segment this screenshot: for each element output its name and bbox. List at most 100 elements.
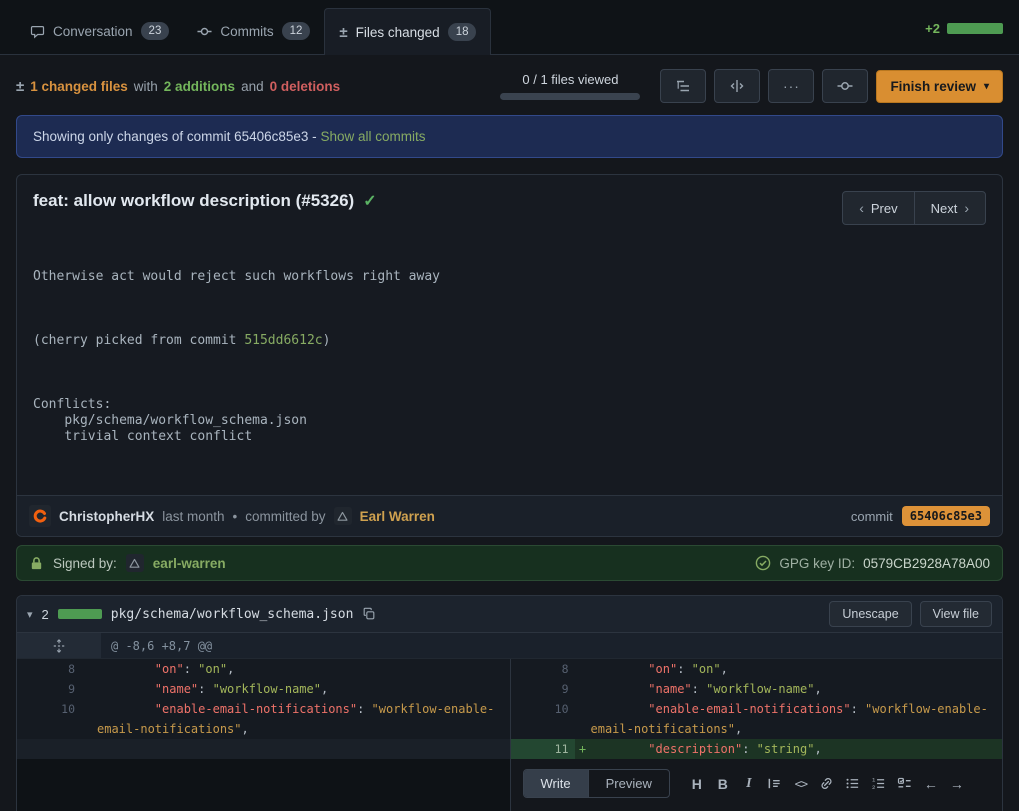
more-options-icon: ··· (783, 78, 800, 94)
chevron-down-icon: ▾ (984, 81, 989, 92)
ordered-list-button[interactable]: 12 (866, 771, 892, 797)
triangle-avatar (128, 557, 141, 570)
tab-conversation-label: Conversation (53, 24, 133, 39)
prev-commit-button[interactable]: ‹ Prev (842, 191, 914, 225)
hunk-header-row: @ -8,6 +8,7 @@ (17, 633, 1002, 659)
diff-cell-left: 8 "on": "on", (17, 659, 510, 679)
mention-button[interactable]: @ (549, 807, 575, 811)
commit-message-cherry-line: (cherry picked from commit 515dd6612c) (33, 333, 986, 349)
avatar[interactable] (29, 505, 51, 527)
view-file-button[interactable]: View file (920, 601, 992, 627)
reference-button[interactable] (575, 807, 601, 811)
code-button[interactable]: <> (788, 771, 814, 797)
tab-files-changed-count: 18 (448, 23, 477, 41)
diff-view-toggle-button[interactable] (714, 69, 760, 103)
file-actions: Unescape View file (829, 601, 992, 627)
italic-button[interactable]: I (736, 771, 762, 797)
finish-review-button[interactable]: Finish review ▾ (876, 70, 1003, 103)
toolbar-right: 0 / 1 files viewed ··· Finish review ▾ (500, 69, 1003, 103)
status-check-icon[interactable]: ✓ (363, 191, 376, 211)
files-viewed-label: 0 / 1 files viewed (522, 72, 618, 87)
diff-line-marker (575, 699, 591, 739)
file-tree-toggle-button[interactable] (660, 69, 706, 103)
bold-button[interactable]: B (710, 771, 736, 797)
diff-cell-left: 10 "enable-email-notifications": "workfl… (17, 699, 510, 739)
commit-message-conflicts: Conflicts: pkg/schema/workflow_schema.js… (33, 397, 986, 445)
svg-text:1: 1 (872, 777, 876, 784)
file-name[interactable]: pkg/schema/workflow_schema.json (111, 607, 354, 622)
quote-button[interactable] (762, 771, 788, 797)
diff-summary: ± 1 changed files with 2 additions and 0… (16, 78, 340, 95)
diff-code-line[interactable]: "name": "workflow-name", (97, 679, 510, 699)
task-list-button[interactable] (892, 771, 918, 797)
tab-preview[interactable]: Preview (588, 770, 669, 797)
expand-hunk-button[interactable] (17, 633, 101, 658)
jump-to-commit-button[interactable] (822, 69, 868, 103)
table-button[interactable] (523, 807, 549, 811)
changed-files-link[interactable]: 1 changed files (30, 79, 128, 94)
diff-code-line[interactable]: "enable-email-notifications": "workflow-… (591, 699, 1003, 739)
tab-commits-label: Commits (220, 24, 273, 39)
avatar[interactable] (126, 554, 144, 572)
diff-summary-additions: 2 additions (164, 79, 235, 94)
tab-commits[interactable]: Commits 12 (183, 8, 324, 54)
diff-line-number[interactable]: 8 (511, 659, 575, 679)
files-viewed: 0 / 1 files viewed (500, 72, 640, 100)
next-commit-button[interactable]: Next › (914, 191, 986, 225)
commit-box: feat: allow workflow description (#5326)… (16, 174, 1003, 537)
link-icon (819, 776, 834, 791)
gpg-key-value: 0579CB2928A78A00 (863, 556, 990, 571)
diff-code-line[interactable]: "description": "string", (591, 739, 1003, 759)
tab-write[interactable]: Write (524, 770, 588, 797)
diff-cell-left: 9 "name": "workflow-name", (17, 679, 510, 699)
tab-conversation[interactable]: Conversation 23 (16, 8, 183, 54)
diff-row: 8 "on": "on",8 "on": "on", (17, 659, 1002, 679)
commit-title: feat: allow workflow description (#5326)… (33, 191, 377, 211)
cherry-commit-link[interactable]: 515dd6612c (244, 333, 322, 348)
diff-summary-icon: ± (16, 78, 24, 95)
diff-icon: ± (339, 24, 347, 41)
conflict-file: pkg/schema/workflow_schema.json (33, 413, 307, 428)
task-list-icon (897, 776, 912, 791)
file-tree-icon (675, 78, 691, 94)
diff-line-number[interactable]: 11 (511, 739, 575, 759)
copy-icon[interactable] (362, 607, 376, 621)
conflict-note: trivial context conflict (33, 429, 252, 444)
commit-ref: commit 65406c85e3 (851, 506, 990, 526)
dot-separator: • (233, 509, 238, 524)
tab-files-changed-label: Files changed (356, 25, 440, 40)
diff-code-line[interactable]: "enable-email-notifications": "workflow-… (97, 699, 510, 739)
diff-code-line[interactable]: "on": "on", (97, 659, 510, 679)
heading-button[interactable]: H (684, 771, 710, 797)
collapse-file-icon[interactable]: ▾ (27, 608, 33, 621)
diff-line-number[interactable]: 8 (17, 659, 81, 679)
avatar[interactable] (334, 507, 352, 525)
diff-line-number[interactable]: 10 (17, 699, 81, 739)
redo-button[interactable]: → (944, 771, 970, 797)
cherry-suffix: ) (323, 333, 331, 348)
editor-toolbar-row-1: Write Preview H B I <> (523, 769, 991, 798)
conflicts-label: Conflicts: (33, 397, 111, 412)
commit-hash-badge[interactable]: 65406c85e3 (902, 506, 990, 526)
diff-cell-right: 8 "on": "on", (510, 659, 1003, 679)
tab-bar-spacer (491, 8, 925, 54)
pr-diff-stat: +2 (925, 21, 1003, 42)
diff-code-line[interactable]: "name": "workflow-name", (591, 679, 1003, 699)
author-name[interactable]: ChristopherHX (59, 509, 154, 524)
diff-line-number[interactable]: 9 (511, 679, 575, 699)
link-button[interactable] (814, 771, 840, 797)
diff-more-options-button[interactable]: ··· (768, 69, 814, 103)
diff-cell-right: 9 "name": "workflow-name", (510, 679, 1003, 699)
commit-filter-text: Showing only changes of commit 65406c85e… (33, 129, 317, 144)
tab-files-changed[interactable]: ± Files changed 18 (324, 8, 491, 55)
diff-line-number[interactable]: 9 (17, 679, 81, 699)
unescape-button[interactable]: Unescape (829, 601, 911, 627)
signer-link[interactable]: earl-warren (153, 556, 226, 571)
committed-by-label: committed by (245, 509, 325, 524)
diff-line-number[interactable]: 10 (511, 699, 575, 739)
unordered-list-button[interactable] (840, 771, 866, 797)
show-all-commits-link[interactable]: Show all commits (320, 129, 425, 144)
diff-code-line[interactable]: "on": "on", (591, 659, 1003, 679)
undo-button[interactable]: ← (918, 771, 944, 797)
committer-name[interactable]: Earl Warren (360, 509, 435, 524)
